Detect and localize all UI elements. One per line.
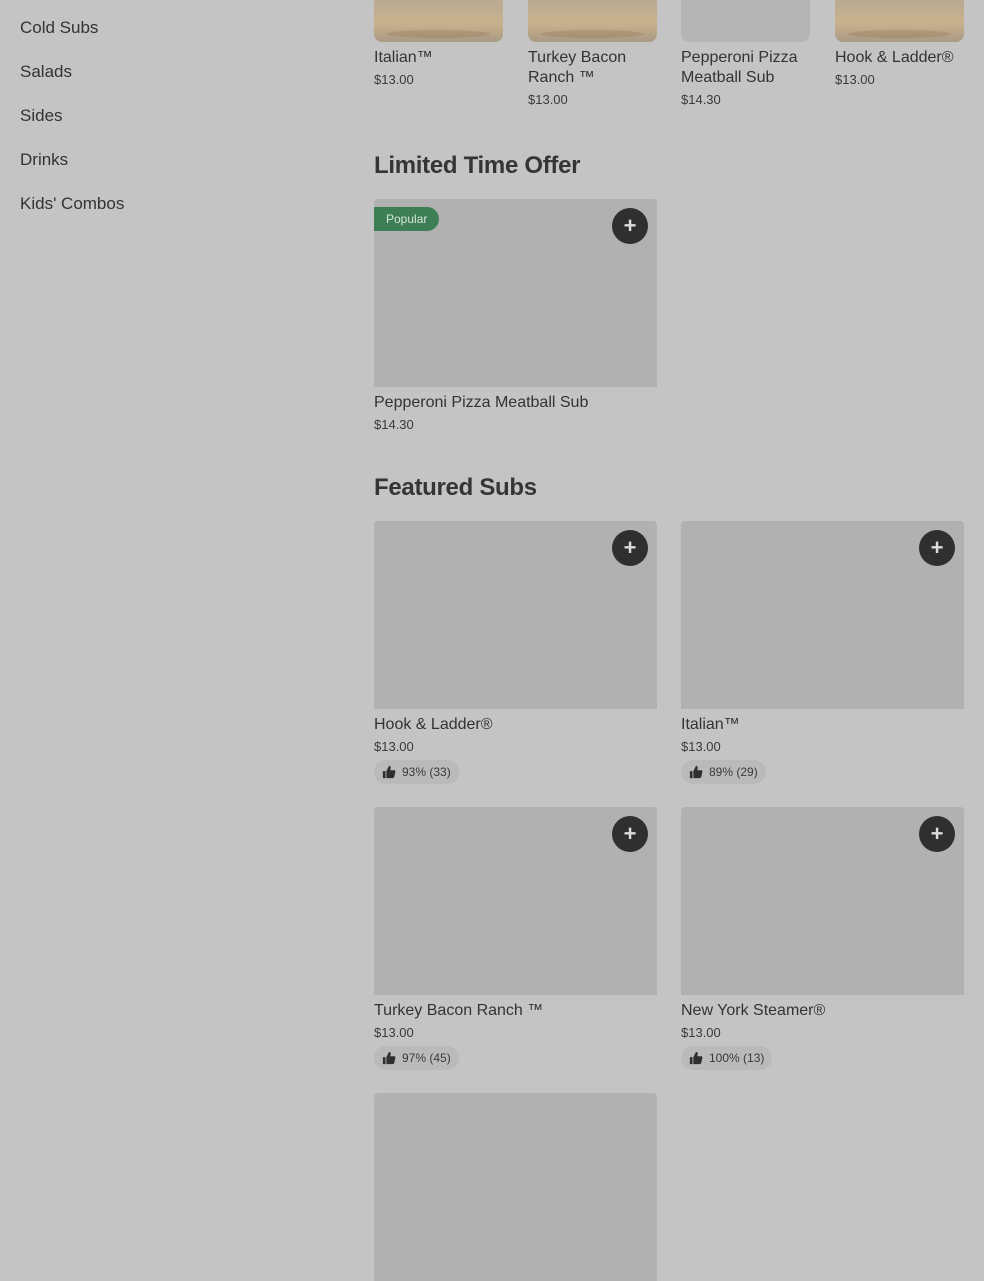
product-price: $13.00 (528, 92, 568, 107)
product-name: Italian™ (374, 49, 433, 66)
rating-text: 89% (29) (709, 765, 758, 779)
thumbs-up-icon (382, 765, 396, 779)
product-card[interactable]: Popular + Pepperoni Pizza Meatball Sub $… (374, 199, 657, 432)
add-button[interactable]: + (919, 530, 955, 566)
plus-icon: + (623, 213, 637, 238)
product-image: + (374, 807, 657, 995)
section-title-limited-time-offer: Limited Time Offer (374, 152, 581, 179)
carousel-item[interactable]: Italian™ $13.00 (374, 0, 503, 87)
carousel-item[interactable]: Turkey Bacon Ranch ™ $13.00 (528, 0, 657, 107)
rating-text: 93% (33) (402, 765, 451, 779)
sidebar-item-kids-combos[interactable]: Kids' Combos (20, 192, 124, 236)
rating-badge: 100% (13) (681, 1046, 773, 1070)
product-image (835, 0, 964, 42)
product-price: $14.30 (374, 417, 414, 432)
add-button[interactable]: + (612, 208, 648, 244)
rating-text: 100% (13) (709, 1051, 765, 1065)
add-button[interactable]: + (612, 530, 648, 566)
sidebar-item-salads[interactable]: Salads (20, 60, 124, 104)
product-name: Pepperoni Pizza Meatball Sub (681, 49, 798, 86)
product-card[interactable]: + Hook & Ladder® $13.00 93% (33) (374, 521, 657, 784)
rating-text: 97% (45) (402, 1051, 451, 1065)
product-card[interactable]: + New York Steamer® $13.00 100% (13) (681, 807, 964, 1070)
product-image: Popular + (374, 199, 657, 387)
plus-icon: + (930, 535, 944, 560)
add-button[interactable]: + (919, 816, 955, 852)
section-title-featured-subs: Featured Subs (374, 474, 537, 501)
product-image (374, 1093, 657, 1281)
product-price: $13.00 (681, 739, 721, 754)
category-sidebar: Cold Subs Salads Sides Drinks Kids' Comb… (20, 16, 124, 236)
sidebar-item-sides[interactable]: Sides (20, 104, 124, 148)
thumbs-up-icon (689, 1051, 703, 1065)
thumbs-up-icon (689, 765, 703, 779)
sidebar-item-cold-subs[interactable]: Cold Subs (20, 16, 124, 60)
product-image (374, 0, 503, 42)
product-name: Turkey Bacon Ranch ™ (374, 1002, 544, 1019)
product-card[interactable]: + Italian™ $13.00 89% (29) (681, 521, 964, 784)
rating-badge: 93% (33) (374, 760, 459, 784)
product-name: Hook & Ladder® (374, 716, 493, 733)
plus-icon: + (623, 535, 637, 560)
product-name: New York Steamer® (681, 1002, 826, 1019)
popular-badge: Popular (374, 207, 440, 231)
plus-icon: + (623, 821, 637, 846)
product-name: Turkey Bacon Ranch ™ (528, 49, 627, 86)
thumbs-up-icon (382, 1051, 396, 1065)
product-name: Hook & Ladder® (835, 49, 954, 66)
product-image (681, 0, 810, 42)
product-price: $14.30 (681, 92, 721, 107)
product-price: $13.00 (374, 739, 414, 754)
plus-icon: + (930, 821, 944, 846)
product-image: + (681, 807, 964, 995)
sidebar-item-drinks[interactable]: Drinks (20, 148, 124, 192)
product-price: $13.00 (374, 72, 414, 87)
product-price: $13.00 (835, 72, 875, 87)
carousel-item[interactable]: Pepperoni Pizza Meatball Sub $14.30 (681, 0, 810, 107)
rating-badge: 97% (45) (374, 1046, 459, 1070)
product-card[interactable] (374, 1093, 657, 1281)
product-image: + (681, 521, 964, 709)
product-name: Pepperoni Pizza Meatball Sub (374, 394, 589, 411)
rating-badge: 89% (29) (681, 760, 766, 784)
carousel-item[interactable]: Hook & Ladder® $13.00 (835, 0, 964, 87)
product-price: $13.00 (681, 1025, 721, 1040)
product-image (528, 0, 657, 42)
product-price: $13.00 (374, 1025, 414, 1040)
product-card[interactable]: + Turkey Bacon Ranch ™ $13.00 97% (45) (374, 807, 657, 1070)
product-image: + (374, 521, 657, 709)
product-name: Italian™ (681, 716, 740, 733)
add-button[interactable]: + (612, 816, 648, 852)
popular-items-carousel: Italian™ $13.00 Turkey Bacon Ranch ™ $13… (374, 0, 984, 120)
